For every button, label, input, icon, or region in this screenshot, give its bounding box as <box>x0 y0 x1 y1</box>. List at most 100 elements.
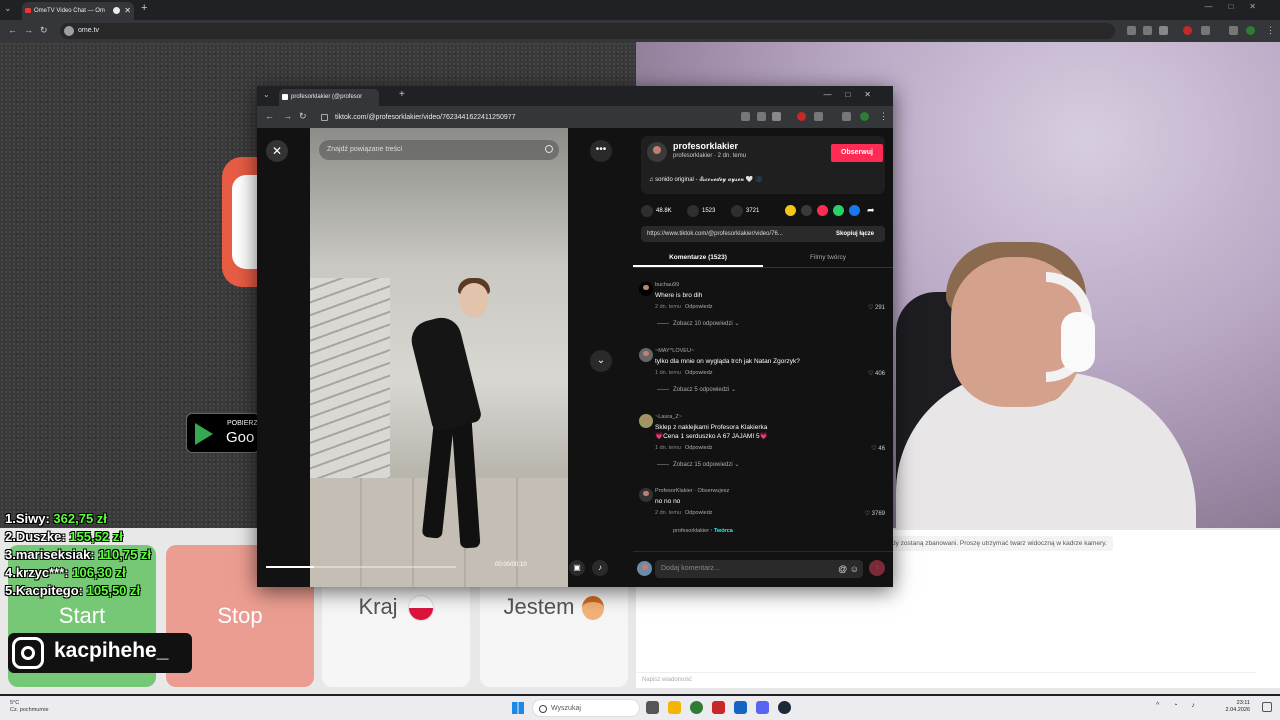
notifications-icon[interactable] <box>1262 702 1272 712</box>
windows-start-icon[interactable] <box>512 702 524 714</box>
repost-icon[interactable] <box>785 205 796 216</box>
tiktok-video[interactable] <box>310 128 568 587</box>
close-video-icon[interactable]: ✕ <box>266 140 288 162</box>
author-avatar[interactable] <box>647 142 667 162</box>
facebook-icon[interactable] <box>849 205 860 216</box>
profile-avatar-icon[interactable] <box>1246 26 1255 35</box>
forward-icon[interactable]: → <box>24 25 33 35</box>
view-replies-link[interactable]: Zobacz 5 odpowiedzi ⌄ <box>657 386 736 393</box>
weather-widget[interactable]: 5°C Cz. pochmurnie <box>10 700 49 714</box>
site-info-icon[interactable] <box>64 26 74 36</box>
mention-emoji-icons[interactable]: @ ☺ <box>838 560 859 578</box>
discord-icon[interactable] <box>756 701 769 714</box>
popup-menu-icon[interactable]: ⋮ <box>879 111 888 122</box>
reply-link[interactable]: Odpowiedz <box>685 510 713 516</box>
popup-profile-icon[interactable] <box>860 112 869 121</box>
more-options-icon[interactable]: ••• <box>590 140 612 162</box>
copy-link-button[interactable]: Skopiuj łącze <box>825 226 885 242</box>
new-tab-icon[interactable]: + <box>141 2 147 14</box>
google-play-badge[interactable]: POBIERZ Goo <box>186 413 260 453</box>
sidebar-icon[interactable] <box>1229 26 1238 35</box>
chrome-icon[interactable] <box>690 701 703 714</box>
next-video-icon[interactable]: ⌄ <box>590 350 612 372</box>
commenter-avatar[interactable] <box>639 488 653 502</box>
chat-message-input[interactable]: Napisz wiadomość <box>636 672 1256 686</box>
popup-tab-search-icon[interactable]: ⌄ <box>263 90 270 99</box>
task-view-icon[interactable] <box>646 701 659 714</box>
view-replies-link[interactable]: Zobacz 15 odpowiedzi ⌄ <box>657 461 739 468</box>
whatsapp-icon[interactable] <box>833 205 844 216</box>
reload-icon[interactable]: ↻ <box>40 25 48 36</box>
comment-like-count[interactable]: ♡ 3769 <box>865 510 885 517</box>
tab-search-icon[interactable]: ⌄ <box>4 3 12 14</box>
tab-comments[interactable]: Komentarze (1523) <box>633 248 763 267</box>
back-icon[interactable]: ← <box>8 25 17 35</box>
comment-user[interactable]: ProfesorKlakier · Obserwujesz <box>655 488 729 494</box>
commenter-avatar[interactable] <box>639 414 653 428</box>
file-explorer-icon[interactable] <box>668 701 681 714</box>
app-icon[interactable] <box>734 701 747 714</box>
commenter-avatar[interactable] <box>639 282 653 296</box>
comment-like-count[interactable]: ♡ 46 <box>871 445 885 452</box>
commenter-avatar[interactable] <box>639 348 653 362</box>
music-link[interactable]: ♫ sonido original - 𝓔𝓼𝓬𝓸𝓿𝓮𝓭𝓮𝔂 𝓪𝔂𝓼𝓮𝓷 🤍 🌑 <box>649 176 763 184</box>
send-to-friends-icon[interactable] <box>817 205 828 216</box>
search-icon[interactable] <box>545 145 553 153</box>
popup-reload-icon[interactable]: ↻ <box>299 111 307 122</box>
save-stat[interactable]: 3721 <box>731 204 759 218</box>
comment-input[interactable]: Dodaj komentarz... @ ☺ <box>655 560 863 578</box>
popup-puzzle-icon[interactable] <box>814 112 823 121</box>
share-arrow-icon[interactable]: ➦ <box>867 205 875 216</box>
window-controls[interactable]: —□✕ <box>1204 2 1272 11</box>
comment-like-count[interactable]: ♡ 406 <box>868 370 885 377</box>
steam-icon[interactable] <box>778 701 791 714</box>
comment-user[interactable]: ~MAY^LOVEU~ <box>655 348 694 354</box>
related-search-input[interactable]: Znajdź powiązane treści <box>319 140 559 160</box>
translate-icon[interactable] <box>1127 26 1136 35</box>
popup-url-field[interactable]: tiktok.com/@profesorklakier/video/762344… <box>315 110 735 125</box>
taskbar-search[interactable]: Wyszukaj <box>532 699 640 717</box>
reply-link[interactable]: Odpowiedz <box>685 304 713 310</box>
menu-kebab-icon[interactable]: ⋮ <box>1266 25 1275 36</box>
comment-user[interactable]: buchau99 <box>655 282 679 288</box>
extensions-puzzle-icon[interactable] <box>1201 26 1210 35</box>
video-link-field[interactable]: https://www.tiktok.com/@profesorklakier/… <box>641 226 885 242</box>
popup-sidebar-icon[interactable] <box>842 112 851 121</box>
cast-icon[interactable] <box>1143 26 1152 35</box>
author-username[interactable]: profesorklakier <box>673 141 738 151</box>
popup-extension-icon[interactable] <box>797 112 806 121</box>
volume-icon[interactable]: ♪ <box>592 560 608 576</box>
popup-cast-icon[interactable] <box>757 112 766 121</box>
comment-user[interactable]: ~Laura_Z~ <box>655 414 682 420</box>
reply-link[interactable]: Odpowiedz <box>685 445 713 451</box>
system-tray[interactable]: ^ ◔ ♪ <box>1156 702 1201 709</box>
popup-back-icon[interactable]: ← <box>265 111 274 121</box>
embed-icon[interactable] <box>801 205 812 216</box>
send-comment-icon[interactable]: ↑ <box>869 560 885 576</box>
tab-creator-videos[interactable]: Filmy twórcy <box>763 248 893 267</box>
reply-link[interactable]: Odpowiedz <box>685 370 713 376</box>
extension-icon[interactable] <box>1183 26 1192 35</box>
browser-tab-ometv[interactable]: OmeTV Video Chat — Om ✕ <box>22 2 134 20</box>
popup-star-icon[interactable] <box>772 112 781 121</box>
follow-button[interactable]: Obserwuj <box>831 144 883 162</box>
system-clock[interactable]: 23:11 2.04.2026 <box>1226 700 1250 714</box>
popup-new-tab-icon[interactable]: + <box>399 89 405 100</box>
popup-window-controls[interactable]: —□✕ <box>823 90 885 99</box>
like-stat[interactable]: 48.8K <box>641 204 672 218</box>
popup-forward-icon[interactable]: → <box>283 111 292 121</box>
picture-in-picture-icon[interactable]: ▣ <box>569 560 585 576</box>
view-replies-link[interactable]: Zobacz 10 odpowiedzi ⌄ <box>657 320 739 327</box>
app-icon[interactable] <box>712 701 725 714</box>
audio-playing-icon[interactable] <box>113 7 120 14</box>
comment-like-count[interactable]: ♡ 291 <box>868 304 885 311</box>
bookmark-star-icon[interactable] <box>1159 26 1168 35</box>
video-progress-bar[interactable] <box>266 566 456 568</box>
site-settings-icon[interactable] <box>321 114 328 121</box>
close-tab-icon[interactable]: ✕ <box>124 2 131 20</box>
comment-stat[interactable]: 1523 <box>687 204 715 218</box>
popup-translate-icon[interactable] <box>741 112 750 121</box>
creator-reply-user[interactable]: profesorklakier <box>673 528 709 534</box>
url-field[interactable]: ome.tv <box>60 23 1115 39</box>
popup-tab-tiktok[interactable]: profesorklakier (@profesor <box>279 89 379 106</box>
